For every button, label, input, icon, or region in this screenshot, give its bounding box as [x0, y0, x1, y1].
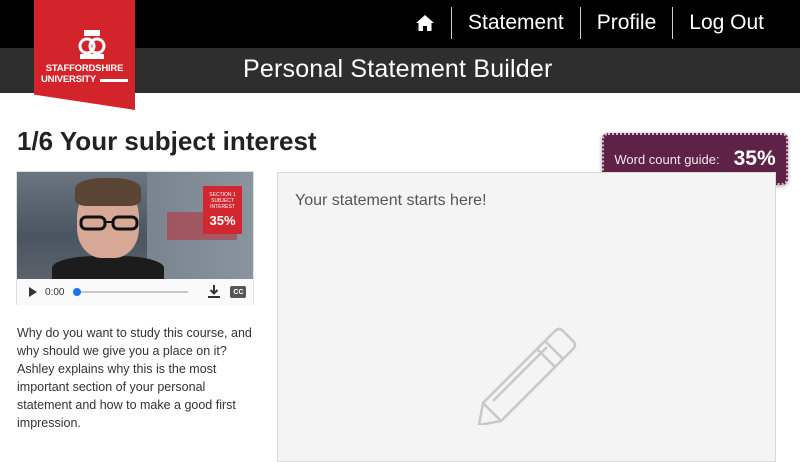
word-count-value: 35%: [733, 147, 776, 170]
video-section-badge: SECTION 1 SUBJECT INTEREST 35%: [203, 186, 242, 234]
video-frame[interactable]: SECTION 1 SUBJECT INTEREST 35%: [17, 172, 253, 279]
play-icon[interactable]: [29, 287, 37, 297]
video-player[interactable]: SECTION 1 SUBJECT INTEREST 35% 0:00 CC: [16, 171, 254, 305]
download-icon[interactable]: [208, 285, 221, 299]
video-progress-knob[interactable]: [73, 288, 82, 296]
badge-percent: 35%: [209, 213, 236, 228]
statement-editor[interactable]: Your statement starts here!: [277, 172, 776, 462]
logo-text-line1: STAFFORDSHIRE: [45, 63, 124, 74]
university-crest-icon: [78, 30, 106, 59]
section-description: Why do you want to study this course, an…: [17, 326, 252, 430]
presenter-shirt: [52, 256, 164, 279]
logo-underline: [100, 79, 128, 82]
presenter-hair: [75, 178, 141, 206]
main-navigation: Statement Profile Log Out: [403, 0, 780, 45]
nav-statement-link[interactable]: Statement: [452, 8, 580, 38]
nav-logout-link[interactable]: Log Out: [673, 8, 780, 38]
pencil-icon: [477, 327, 577, 425]
video-progress-track[interactable]: [73, 288, 189, 296]
badge-line3: INTEREST: [210, 204, 235, 210]
staffordshire-university-logo[interactable]: STAFFORDSHIRE UNIVERSITY: [34, 0, 135, 110]
section-title: 1/6 Your subject interest: [17, 126, 317, 156]
nav-profile-link[interactable]: Profile: [581, 8, 673, 38]
video-time: 0:00: [45, 286, 65, 298]
presenter-glasses: [79, 215, 139, 231]
word-count-label: Word count guide:: [614, 151, 720, 167]
video-controls: 0:00 CC: [17, 279, 253, 305]
editor-placeholder: Your statement starts here!: [295, 192, 487, 209]
closed-captions-button[interactable]: CC: [230, 286, 247, 298]
home-button[interactable]: [403, 8, 451, 38]
app-title: Personal Statement Builder: [243, 55, 553, 83]
home-icon: [416, 14, 434, 31]
